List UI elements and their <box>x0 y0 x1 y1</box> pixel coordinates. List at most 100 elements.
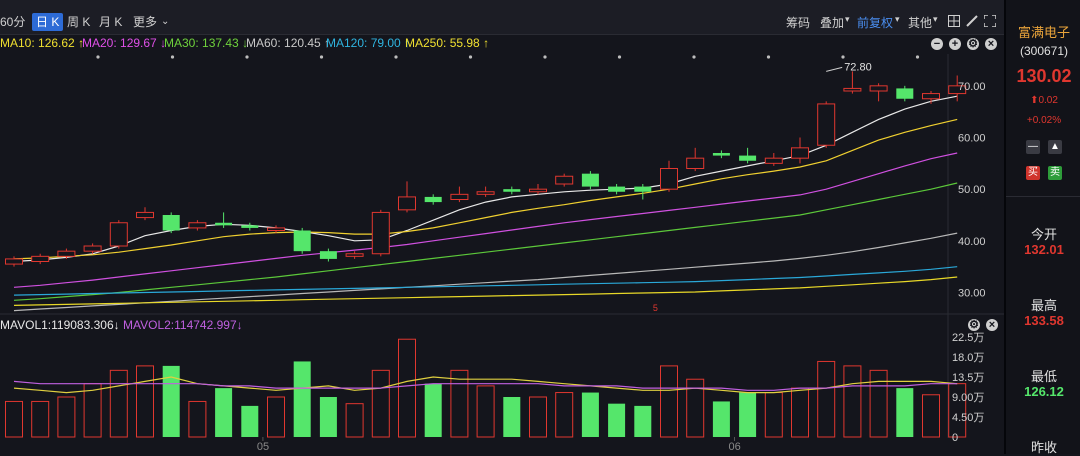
marker-dot <box>319 55 324 59</box>
volume-bar <box>109 369 128 438</box>
volume-bar <box>817 360 836 438</box>
candle <box>476 191 495 195</box>
volume-bar <box>293 361 311 437</box>
volume-bar <box>660 365 678 438</box>
volume-tick-label: 18.0万 <box>952 352 984 364</box>
candle <box>241 225 259 228</box>
candle <box>791 147 809 159</box>
marker-dot <box>766 55 771 59</box>
volume-tick-label: 13.5万 <box>952 372 984 384</box>
price-change-value: 0.02 <box>1038 95 1058 106</box>
candle <box>136 211 154 219</box>
candle <box>450 193 469 200</box>
price-change-pct: +0.02% <box>1026 115 1062 126</box>
candle <box>31 255 50 263</box>
volume-bar <box>450 369 469 438</box>
volume-bar <box>712 401 730 437</box>
candle <box>922 93 940 100</box>
volume-bar <box>31 400 50 438</box>
quote-sidebar: 富满电子 (300671) 130.02 ⬆0.02 +0.02% — ▲ 买 … <box>1004 0 1080 455</box>
volume-bar <box>345 403 364 438</box>
marker-dot <box>841 55 845 59</box>
candle <box>215 222 233 226</box>
prev-close-label: 昨收 <box>1030 440 1057 455</box>
volume-bar <box>581 392 599 437</box>
candle <box>529 188 547 193</box>
marker-dot <box>543 55 547 59</box>
volume-bar <box>791 387 809 438</box>
sell-button[interactable]: 卖 <box>1048 166 1062 180</box>
candle <box>293 230 311 252</box>
volume-bar <box>869 369 888 438</box>
volume-bar <box>267 396 285 438</box>
volume-bar <box>529 396 547 438</box>
volume-settings-icon[interactable]: ⚙ <box>968 319 980 331</box>
price-tick-label: 70.00 <box>958 81 986 93</box>
volume-bar <box>136 365 154 438</box>
volume-bar <box>83 383 102 438</box>
candle <box>503 189 521 192</box>
marker-dot <box>245 55 249 59</box>
volume-bar <box>241 405 259 437</box>
mavol1-arrow: ↓ <box>113 318 120 332</box>
candle <box>267 227 285 232</box>
candle <box>371 211 390 255</box>
marker-dot <box>915 55 920 59</box>
max-annotation-arrow <box>826 66 843 72</box>
candle <box>581 173 599 187</box>
ma-line-ma30 <box>13 152 958 288</box>
volume-close-icon[interactable]: × <box>986 319 998 331</box>
mavol1-label: MAVOL1:119083.306↓ <box>0 318 120 332</box>
open-value: 132.01 <box>1024 242 1064 257</box>
marker-dot <box>96 55 100 59</box>
candle <box>869 85 888 92</box>
candle <box>896 88 914 99</box>
low-label: 最低 <box>1030 369 1057 384</box>
price-change: ⬆0.02 <box>1006 95 1080 106</box>
candle <box>817 103 836 146</box>
volume-bar <box>5 400 23 438</box>
price-tick-label: 40.00 <box>958 236 986 248</box>
stock-code: (300671) <box>1019 44 1069 58</box>
mavol2-arrow: ↓ <box>236 318 243 332</box>
candle <box>162 215 180 231</box>
volume-bar <box>215 388 233 437</box>
minus-button[interactable]: — <box>1026 140 1040 154</box>
candle <box>555 175 574 185</box>
high-value: 133.58 <box>1024 313 1064 328</box>
open-label: 今开 <box>1030 227 1057 242</box>
x-tick-label: 05 <box>257 441 269 453</box>
volume-bar <box>503 397 521 437</box>
volume-bar <box>319 397 337 437</box>
candle <box>109 222 128 247</box>
marker-dot <box>394 55 398 59</box>
candlestick-chart: 70.00 60.00 50.00 40.00 30.00 72.80 5 22.5万 18… <box>0 54 1004 453</box>
marker-dot <box>170 55 175 59</box>
last-price: 130.02 <box>1016 66 1072 86</box>
volume-bar <box>424 383 442 437</box>
ma-line-ma-yellow-low <box>13 276 958 306</box>
volume-bar <box>634 405 652 437</box>
candle <box>424 196 442 203</box>
ma-line-ma10 <box>13 95 958 263</box>
volume-bar <box>371 369 390 438</box>
volume-bar <box>739 392 757 437</box>
candle <box>764 157 783 164</box>
candle <box>57 250 76 257</box>
volume-tick-label: 22.5万 <box>952 332 984 344</box>
volume-bar <box>188 400 207 438</box>
volume-tick-label: 9.00万 <box>952 392 984 404</box>
mavol1-value: MAVOL1:119083.306 <box>0 318 114 332</box>
candle <box>398 196 416 211</box>
buy-button[interactable]: 买 <box>1026 166 1040 180</box>
marker-dot <box>692 55 696 59</box>
marker-dot <box>468 55 473 59</box>
alert-bell-icon[interactable]: ▲ <box>1048 140 1062 154</box>
candle <box>739 155 757 161</box>
candle <box>712 153 730 156</box>
low-value: 126.12 <box>1024 384 1064 399</box>
candle <box>5 258 23 265</box>
candle <box>660 168 678 190</box>
price-tick-label: 50.00 <box>958 184 986 196</box>
volume-bar <box>764 392 783 438</box>
